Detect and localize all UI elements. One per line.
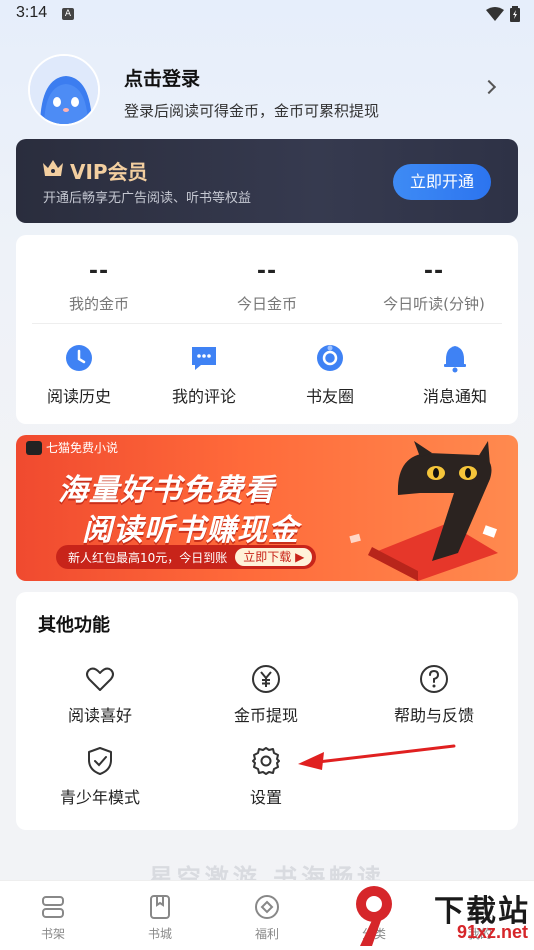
bookstore-icon: [150, 895, 170, 919]
bell-icon: [444, 346, 466, 373]
promo-banner[interactable]: 七猫免费小说 海量好书免费看 阅读听书赚现金 新人红包最高10元，今日到账 立即…: [16, 435, 518, 581]
tab-label: 福利: [254, 927, 279, 941]
quick-notifications[interactable]: 消息通知: [395, 343, 515, 407]
vip-card[interactable]: VIP会员 开通后畅享无广告阅读、听书等权益 立即开通: [16, 139, 518, 223]
status-time: 3:14: [16, 4, 48, 21]
banner-brand: 七猫免费小说: [26, 439, 118, 456]
quick-book-friends[interactable]: 书友圈: [270, 343, 390, 407]
stat-label: 今日金币: [236, 295, 297, 313]
tab-welfare[interactable]: 福利: [214, 893, 320, 942]
feature-label: 阅读喜好: [67, 706, 132, 725]
quick-label: 我的评论: [171, 387, 236, 406]
tab-label: 书城: [147, 927, 172, 941]
stat-value: --: [423, 259, 445, 284]
cat-mascot-icon: [349, 441, 498, 581]
quick-label: 阅读历史: [46, 387, 111, 406]
chevron-right-icon[interactable]: [481, 79, 497, 95]
quick-label: 书友圈: [305, 387, 354, 406]
site-watermark: 下载站 91xz.net: [350, 882, 534, 950]
status-indicators: [486, 6, 520, 22]
clock-icon: [66, 345, 92, 371]
quick-reading-history[interactable]: 阅读历史: [19, 343, 139, 407]
feature-reading-preference[interactable]: 阅读喜好: [30, 664, 170, 726]
stats-card: -- 我的金币 -- 今日金币 -- 今日听读(分钟) 阅读历史 我的评论 书友…: [16, 235, 518, 424]
tab-bookstore[interactable]: 书城: [107, 893, 213, 942]
other-features-card: 其他功能 阅读喜好 金币提现 帮助与反馈 青少年模式 设置: [16, 592, 518, 830]
login-profile-row[interactable]: 点击登录 登录后阅读可得金币，金币可累积提现: [28, 54, 508, 130]
feature-label: 金币提现: [233, 706, 298, 725]
stat-label: 我的金币: [68, 295, 129, 313]
login-title[interactable]: 点击登录: [124, 64, 200, 91]
feature-label: 设置: [249, 788, 282, 807]
stat-my-coins[interactable]: -- 我的金币: [19, 259, 179, 314]
avatar[interactable]: [28, 54, 100, 126]
feature-help-feedback[interactable]: 帮助与反馈: [364, 664, 504, 726]
feature-coin-withdraw[interactable]: 金币提现: [196, 664, 336, 726]
feature-teen-mode[interactable]: 青少年模式: [30, 746, 170, 808]
stat-value: --: [256, 259, 278, 284]
comment-icon: [192, 347, 216, 370]
tab-bookshelf[interactable]: 书架: [0, 893, 106, 942]
status-bar: 3:14 A: [0, 0, 534, 28]
login-subtitle: 登录后阅读可得金币，金币可累积提现: [124, 102, 380, 120]
stat-today-listen[interactable]: -- 今日听读(分钟): [354, 259, 514, 314]
stat-label: 今日听读(分钟): [383, 295, 485, 313]
heart-icon: [86, 667, 114, 691]
watermark-logo-icon: [356, 886, 392, 946]
banner-headline-1: 海量好书免费看: [58, 473, 275, 508]
vip-subtitle: 开通后畅享无广告阅读、听书等权益: [43, 191, 252, 206]
battery-icon: [510, 6, 520, 22]
bookshelf-icon: [42, 896, 64, 918]
watermark-text-secondary: 91xz.net: [456, 922, 528, 942]
tab-label: 书架: [40, 927, 65, 941]
vip-title: VIP会员: [70, 160, 148, 184]
wifi-icon: [486, 7, 504, 21]
feature-label: 青少年模式: [59, 788, 140, 807]
quick-label: 消息通知: [422, 387, 487, 406]
banner-headline-2: 阅读听书赚现金: [82, 513, 299, 548]
feature-label: 帮助与反馈: [393, 706, 474, 725]
vip-open-button[interactable]: 立即开通: [393, 164, 491, 200]
other-features-title: 其他功能: [38, 615, 110, 636]
shield-check-icon: [88, 747, 112, 775]
stat-value: --: [88, 259, 110, 284]
notification-icon: A: [62, 8, 74, 20]
circle-icon: [317, 345, 343, 371]
gear-icon: [252, 747, 280, 775]
banner-download-button[interactable]: 立即下载 ▶: [235, 548, 313, 566]
qimao-logo-icon: [26, 440, 42, 455]
banner-brand-label: 七猫免费小说: [46, 441, 119, 455]
divider: [32, 323, 502, 324]
help-icon: [420, 665, 448, 693]
banner-offer-pill: 新人红包最高10元，今日到账 立即下载 ▶: [56, 545, 317, 569]
crown-icon: [43, 160, 63, 176]
quick-my-comments[interactable]: 我的评论: [144, 343, 264, 407]
banner-offer-text: 新人红包最高10元，今日到账: [68, 550, 228, 565]
welfare-icon: [255, 895, 279, 919]
stat-today-coins[interactable]: -- 今日金币: [187, 259, 347, 314]
mascot-avatar-icon: [30, 56, 98, 124]
yen-icon: [252, 665, 280, 693]
annotation-arrow-icon: [298, 744, 456, 770]
